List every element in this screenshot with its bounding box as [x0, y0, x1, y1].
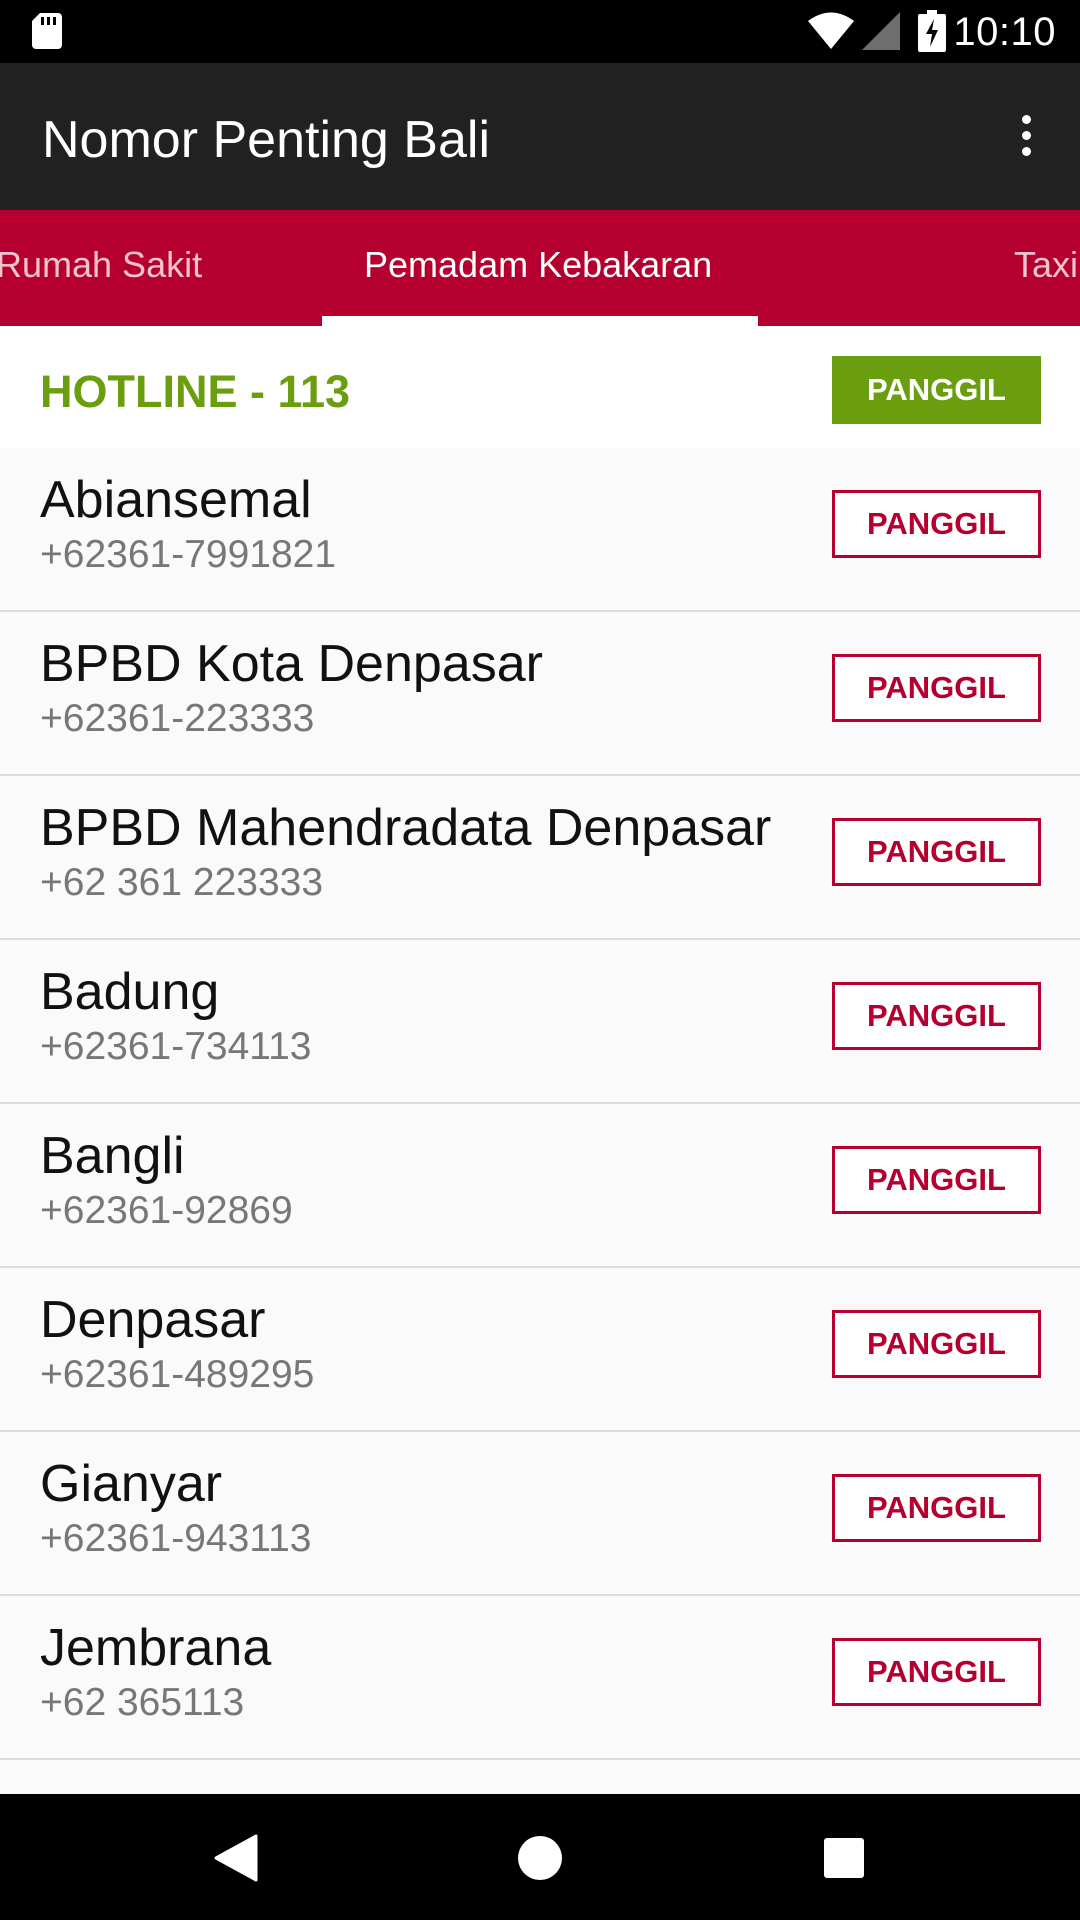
contact-list: Abiansemal +62361-7991821 PANGGIL BPBD K… — [0, 448, 1080, 1760]
contact-phone: +62 361 223333 — [40, 861, 324, 904]
battery-charging-icon — [918, 10, 946, 52]
more-vert-icon[interactable] — [994, 103, 1058, 167]
status-bar: 10:10 — [0, 0, 1080, 63]
contact-name: Denpasar — [40, 1291, 266, 1349]
contact-name: Badung — [40, 963, 220, 1021]
call-button[interactable]: PANGGIL — [832, 1310, 1041, 1378]
recents-icon[interactable] — [824, 1838, 864, 1878]
contact-phone: +62 365113 — [40, 1681, 245, 1724]
tab-indicator — [322, 316, 758, 326]
contact-phone: +62361-489295 — [40, 1353, 315, 1396]
contact-phone: +62361-92869 — [40, 1189, 293, 1232]
wifi-icon — [808, 12, 854, 49]
contact-name: BPBD Kota Denpasar — [40, 635, 543, 693]
tab-taxi[interactable]: Taxi — [1014, 210, 1078, 326]
list-item: BPBD Kota Denpasar +62361-223333 PANGGIL — [0, 612, 1080, 776]
signal-icon — [862, 12, 900, 50]
call-button[interactable]: PANGGIL — [832, 982, 1041, 1050]
status-clock: 10:10 — [953, 10, 1056, 54]
hotline-label: HOTLINE - 113 — [40, 366, 351, 417]
list-item: Badung +62361-734113 PANGGIL — [0, 940, 1080, 1104]
contact-phone: +62361-223333 — [40, 697, 315, 740]
call-button[interactable]: PANGGIL — [832, 654, 1041, 722]
contact-phone: +62361-7991821 — [40, 533, 337, 576]
contact-name: Jembrana — [40, 1619, 272, 1677]
call-button[interactable]: PANGGIL — [832, 1638, 1041, 1706]
list-item: BPBD Mahendradata Denpasar +62 361 22333… — [0, 776, 1080, 940]
list-item: Gianyar +62361-943113 PANGGIL — [0, 1432, 1080, 1596]
contact-name: BPBD Mahendradata Denpasar — [40, 799, 772, 857]
back-icon[interactable] — [214, 1834, 258, 1882]
hotline-row: HOTLINE - 113 PANGGIL — [0, 326, 1080, 448]
contact-name: Bangli — [40, 1127, 185, 1185]
call-button[interactable]: PANGGIL — [832, 490, 1041, 558]
contact-phone: +62361-734113 — [40, 1025, 312, 1068]
sd-card-icon — [32, 13, 62, 49]
call-button[interactable]: PANGGIL — [832, 1474, 1041, 1542]
app-bar: Nomor Penting Bali — [0, 63, 1080, 210]
tab-pemadam-kebakaran[interactable]: Pemadam Kebakaran — [364, 210, 712, 326]
call-button[interactable]: PANGGIL — [832, 818, 1041, 886]
contact-name: Abiansemal — [40, 471, 312, 529]
tab-bar: Rumah Sakit Pemadam Kebakaran Taxi — [0, 210, 1080, 326]
list-item: Bangli +62361-92869 PANGGIL — [0, 1104, 1080, 1268]
contact-phone: +62361-943113 — [40, 1517, 312, 1560]
hotline-call-button[interactable]: PANGGIL — [832, 356, 1041, 424]
list-item: Abiansemal +62361-7991821 PANGGIL — [0, 448, 1080, 612]
tab-rumah-sakit[interactable]: Rumah Sakit — [0, 210, 202, 326]
app-title: Nomor Penting Bali — [42, 111, 490, 169]
call-button[interactable]: PANGGIL — [832, 1146, 1041, 1214]
navigation-bar — [0, 1794, 1080, 1920]
contact-name: Gianyar — [40, 1455, 223, 1513]
home-icon[interactable] — [518, 1836, 562, 1880]
contact-list-screen: HOTLINE - 113 PANGGIL Abiansemal +62361-… — [0, 326, 1080, 1794]
list-item: Denpasar +62361-489295 PANGGIL — [0, 1268, 1080, 1432]
list-item: Jembrana +62 365113 PANGGIL — [0, 1596, 1080, 1760]
